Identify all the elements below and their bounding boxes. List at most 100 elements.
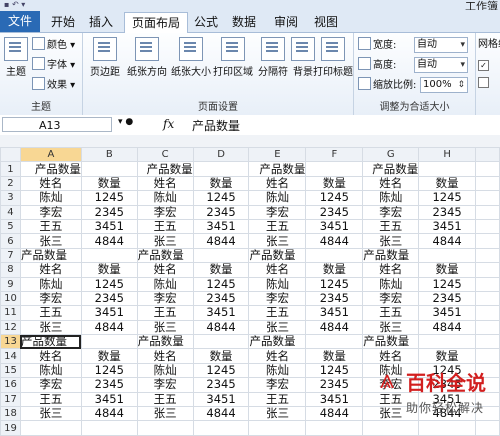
cell-h2[interactable]: 数量 (418, 175, 477, 192)
cell-f10[interactable]: 2345 (305, 290, 364, 307)
cell-a1[interactable]: 产品数量 (19, 161, 82, 177)
cell-e4[interactable]: 李宏 (248, 204, 307, 220)
column-header-e[interactable]: E (248, 146, 307, 163)
cell-b12[interactable]: 4844 (80, 319, 138, 336)
column-header-g[interactable]: G (362, 146, 420, 163)
cell-f11[interactable]: 3451 (305, 305, 364, 321)
cell-d16[interactable]: 2345 (192, 377, 250, 393)
cell-b13[interactable] (80, 334, 138, 350)
cell-h11[interactable]: 3451 (418, 305, 477, 321)
cell-a9[interactable]: 陈灿 (19, 276, 82, 292)
cell-g6[interactable]: 张三 (362, 233, 420, 249)
cell-b11[interactable]: 3451 (80, 305, 138, 321)
cell-a17[interactable]: 王五 (19, 391, 82, 408)
cell-c1[interactable]: 产品数量 (136, 161, 194, 177)
name-box[interactable]: A13 (2, 117, 112, 132)
cell-c12[interactable]: 张三 (136, 319, 194, 336)
cell-d1[interactable] (192, 161, 250, 177)
cell-g7[interactable]: 产品数量 (362, 247, 420, 264)
cell-c17[interactable]: 王五 (136, 391, 194, 408)
cell-e10[interactable]: 李宏 (248, 290, 307, 307)
cell-e3[interactable]: 陈灿 (248, 190, 307, 206)
cell-e14[interactable]: 姓名 (248, 348, 307, 364)
cell-overflow[interactable] (475, 218, 500, 235)
cell-b7[interactable] (80, 247, 138, 264)
cell-a5[interactable]: 王五 (19, 218, 82, 235)
cell-e5[interactable]: 王五 (248, 218, 307, 235)
cell-b10[interactable]: 2345 (80, 290, 138, 307)
cell-b14[interactable]: 数量 (80, 348, 138, 364)
column-header-overflow[interactable] (475, 146, 500, 163)
row-header[interactable]: 4 (0, 204, 21, 220)
cell-a3[interactable]: 陈灿 (19, 190, 82, 206)
row-header[interactable]: 12 (0, 319, 21, 336)
cell-overflow[interactable] (475, 247, 500, 264)
tab-page-layout[interactable]: 页面布局 (124, 12, 188, 33)
tab-file[interactable]: 文件 (0, 11, 40, 32)
row-header[interactable]: 8 (0, 262, 21, 278)
cell-h7[interactable] (418, 247, 477, 264)
cell-g8[interactable]: 姓名 (362, 262, 420, 278)
cell-c11[interactable]: 王五 (136, 305, 194, 321)
tab-insert[interactable]: 插入 (84, 12, 118, 32)
row-header[interactable]: 9 (0, 276, 21, 292)
cell-d15[interactable]: 1245 (192, 362, 250, 379)
cell-d4[interactable]: 2345 (192, 204, 250, 220)
cell-f2[interactable]: 数量 (305, 175, 364, 192)
cell-f15[interactable]: 1245 (305, 362, 364, 379)
cell-h5[interactable]: 3451 (418, 218, 477, 235)
tab-formulas[interactable]: 公式 (190, 12, 222, 32)
cell-g5[interactable]: 王五 (362, 218, 420, 235)
scale-spinner[interactable]: 100% (420, 77, 468, 93)
size-button[interactable]: 纸张大小 (169, 37, 213, 78)
cell-d9[interactable]: 1245 (192, 276, 250, 292)
cell-e16[interactable]: 李宏 (248, 377, 307, 393)
cell-overflow[interactable] (475, 262, 500, 278)
cell-f7[interactable] (305, 247, 364, 264)
cell-f19[interactable] (305, 420, 364, 436)
cell-a15[interactable]: 陈灿 (19, 362, 82, 379)
theme-effects-button[interactable]: 效果 ▾ (32, 77, 75, 93)
cell-d14[interactable]: 数量 (192, 348, 250, 364)
cell-c6[interactable]: 张三 (136, 233, 194, 249)
cell-g4[interactable]: 李宏 (362, 204, 420, 220)
cell-g11[interactable]: 王五 (362, 305, 420, 321)
cell-c2[interactable]: 姓名 (136, 175, 194, 192)
cell-a8[interactable]: 姓名 (19, 262, 82, 278)
cell-a6[interactable]: 张三 (19, 233, 82, 249)
cell-c18[interactable]: 张三 (136, 406, 194, 422)
cell-f1[interactable] (305, 161, 364, 177)
cell-a16[interactable]: 李宏 (19, 377, 82, 393)
cell-d19[interactable] (192, 420, 250, 436)
cell-e12[interactable]: 张三 (248, 319, 307, 336)
orientation-button[interactable]: 纸张方向 (125, 37, 169, 78)
cell-h4[interactable]: 2345 (418, 204, 477, 220)
cell-c7[interactable]: 产品数量 (136, 247, 194, 264)
row-header[interactable]: 2 (0, 175, 21, 192)
cell-e18[interactable]: 张三 (248, 406, 307, 422)
theme-colors-button[interactable]: 颜色 ▾ (32, 37, 75, 53)
cell-b8[interactable]: 数量 (80, 262, 138, 278)
cell-b3[interactable]: 1245 (80, 190, 138, 206)
cell-d8[interactable]: 数量 (192, 262, 250, 278)
row-header[interactable]: 13 (0, 334, 21, 350)
cell-h10[interactable]: 2345 (418, 290, 477, 307)
row-header[interactable]: 15 (0, 362, 21, 379)
select-all-corner[interactable] (0, 146, 21, 163)
cell-f16[interactable]: 2345 (305, 377, 364, 393)
cell-e1[interactable]: 产品数量 (248, 161, 307, 177)
cell-g13[interactable]: 产品数量 (362, 334, 420, 350)
cell-f8[interactable]: 数量 (305, 262, 364, 278)
cell-b19[interactable] (80, 420, 138, 436)
cell-a18[interactable]: 张三 (19, 406, 82, 422)
height-select[interactable]: 自动 (414, 57, 468, 73)
cell-f4[interactable]: 2345 (305, 204, 364, 220)
cell-b18[interactable]: 4844 (80, 406, 138, 422)
cell-overflow[interactable] (475, 290, 500, 307)
row-header[interactable]: 11 (0, 305, 21, 321)
cell-overflow[interactable] (475, 161, 500, 177)
row-header[interactable]: 14 (0, 348, 21, 364)
row-header[interactable]: 1 (0, 161, 21, 177)
cell-a13[interactable]: 产品数量 (19, 334, 82, 350)
cell-f13[interactable] (305, 334, 364, 350)
